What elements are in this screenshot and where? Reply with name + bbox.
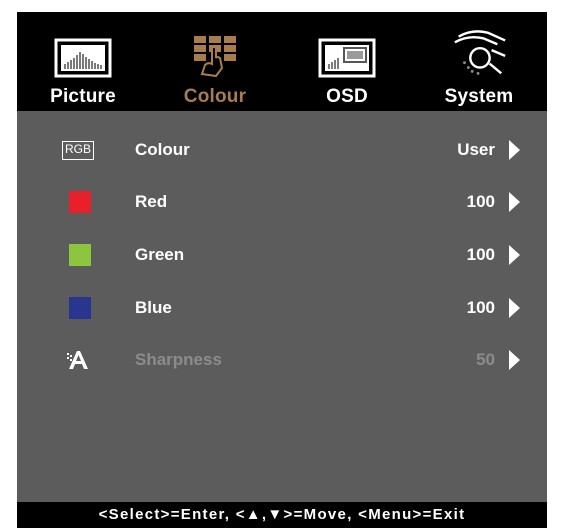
menu-row-sharpness[interactable]: Sharpness 50 <box>17 340 547 380</box>
tab-system[interactable]: System <box>413 12 545 111</box>
menu-row-value: 50 <box>476 350 495 369</box>
tab-picture[interactable]: Picture <box>17 12 149 111</box>
blue-swatch-icon <box>69 297 91 319</box>
tab-label-osd: OSD <box>326 86 368 107</box>
menu-row-red[interactable]: Red 100 <box>17 182 547 222</box>
menu-row-value: User <box>457 140 495 159</box>
menu-row-value: 100 <box>466 192 495 211</box>
chevron-right-icon[interactable] <box>509 298 520 318</box>
rgb-icon: RGB <box>62 140 94 160</box>
colour-icon <box>185 34 245 78</box>
menu-row-label: Colour <box>135 140 190 159</box>
green-swatch-icon <box>69 244 91 266</box>
menu-row-value: 100 <box>466 298 495 317</box>
tab-label-picture: Picture <box>50 86 116 107</box>
tab-bar: Picture Colour OSD System <box>17 12 547 111</box>
menu-row-value: 100 <box>466 245 495 264</box>
tab-label-colour: Colour <box>183 86 247 107</box>
chevron-right-icon[interactable] <box>509 245 520 265</box>
chevron-right-icon[interactable] <box>509 350 520 370</box>
menu-row-label: Sharpness <box>135 350 222 369</box>
menu-row-colour[interactable]: RGB Colour User <box>17 130 547 170</box>
system-icon <box>449 30 509 78</box>
tab-osd[interactable]: OSD <box>281 12 413 111</box>
chevron-right-icon[interactable] <box>509 192 520 212</box>
osd-icon <box>317 34 377 78</box>
menu-row-green[interactable]: Green 100 <box>17 235 547 275</box>
colour-settings-panel: RGB Colour User Red 100 Green 100 Blue 1… <box>17 111 547 502</box>
chevron-right-icon[interactable] <box>509 140 520 160</box>
menu-row-blue[interactable]: Blue 100 <box>17 288 547 328</box>
menu-row-label: Blue <box>135 298 172 317</box>
key-hint-bar: <Select>=Enter, <▲,▼>=Move, <Menu>=Exit <box>17 502 547 528</box>
sharpness-icon <box>67 349 91 371</box>
tab-colour[interactable]: Colour <box>149 12 281 111</box>
tab-label-system: System <box>444 86 514 107</box>
menu-row-label: Red <box>135 192 168 211</box>
red-swatch-icon <box>69 191 91 213</box>
picture-icon <box>53 34 113 78</box>
osd-menu: Picture Colour OSD System RGB Colour Use… <box>17 12 547 528</box>
menu-row-label: Green <box>135 245 185 264</box>
